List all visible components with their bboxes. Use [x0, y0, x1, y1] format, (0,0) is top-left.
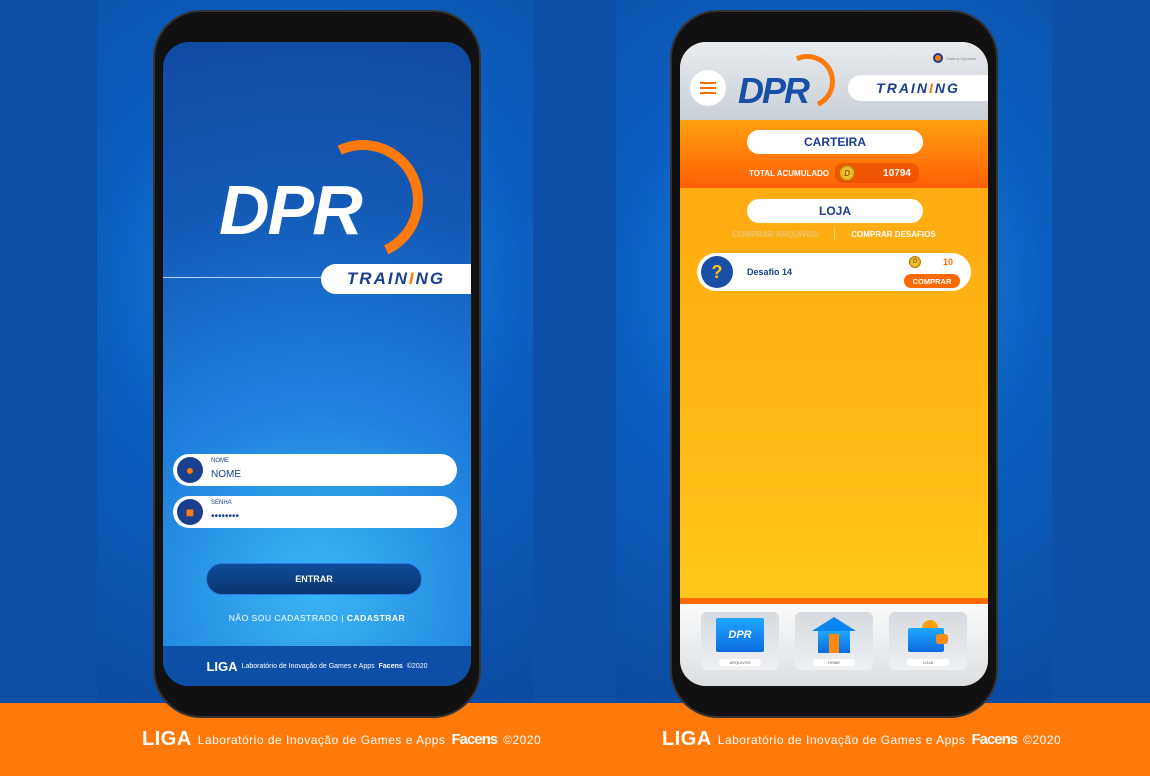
total-row: TOTAL ACUMULADO D 10794	[680, 163, 988, 183]
nav-store[interactable]: LOJA	[889, 612, 967, 670]
facens-logo: Facens	[451, 731, 498, 748]
copyright: ©2020	[503, 732, 542, 747]
copyright: ©2020	[1023, 732, 1062, 747]
shop-title: LOJA	[747, 199, 923, 223]
nav-files[interactable]: DPR ARQUIVOS	[701, 612, 779, 670]
list-item: ? Desafio 14 D 10 COMPRAR	[697, 253, 971, 291]
background-pattern-right	[1052, 0, 1150, 703]
name-input[interactable]: NOME	[211, 469, 241, 480]
name-field[interactable]: ● NOME NOME	[173, 454, 457, 486]
nav-home[interactable]: HOME	[795, 612, 873, 670]
liga-logo: LIGA	[206, 658, 238, 674]
store-screen: DPR TRAINING Mateus Dyonisio CARTEIRA TO…	[680, 42, 988, 686]
password-label: SENHA	[211, 500, 232, 506]
wallet-icon	[908, 620, 948, 652]
facens-logo: Facens	[971, 731, 1018, 748]
lab-text: Laboratório de Inovação de Games e Apps	[717, 732, 966, 747]
total-badge: D 10794	[835, 163, 919, 183]
shop-tabs: COMPRAR ARQUIVOS COMPRAR DESAFIOS	[680, 227, 988, 241]
coin-icon: D	[839, 165, 856, 181]
nav-home-label: HOME	[813, 659, 855, 666]
store-header: DPR TRAINING Mateus Dyonisio	[680, 42, 988, 120]
buy-button[interactable]: COMPRAR	[904, 274, 960, 288]
training-label: TRAINING	[848, 75, 988, 101]
separator: |	[341, 613, 344, 623]
footer-credits-right: LIGA Laboratório de Inovação de Games e …	[662, 728, 1061, 751]
copyright: ©2020	[406, 662, 428, 670]
item-name: Desafio 14	[747, 267, 793, 277]
nav-files-label: ARQUIVOS	[719, 659, 761, 666]
password-field[interactable]: ■ SENHA ••••••••	[173, 496, 457, 528]
tab-divider	[834, 227, 836, 241]
avatar	[933, 53, 944, 63]
phone-store: DPR TRAINING Mateus Dyonisio CARTEIRA TO…	[672, 12, 996, 716]
home-icon	[812, 617, 856, 653]
footer-credits-left: LIGA Laboratório de Inovação de Games e …	[142, 728, 541, 751]
user-badge[interactable]: Mateus Dyonisio	[931, 52, 982, 64]
divider	[163, 277, 323, 278]
lock-icon: ■	[177, 499, 203, 525]
liga-logo: LIGA	[662, 728, 712, 750]
tab-buy-challenges[interactable]: COMPRAR DESAFIOS	[851, 230, 935, 241]
question-icon: ?	[701, 256, 733, 288]
total-value: 10794	[883, 167, 911, 179]
folder-icon: DPR	[716, 618, 764, 652]
name-label: NOME	[211, 458, 229, 464]
coin-icon: D	[909, 256, 921, 268]
background-pattern-middle	[533, 0, 616, 703]
login-screen: DPR TRAINING ● NOME NOME ■ SENHA •••••••…	[163, 42, 471, 686]
register-link[interactable]: CADASTRAR	[347, 613, 405, 623]
user-name: Mateus Dyonisio	[946, 55, 976, 61]
dpr-logo: DPR	[738, 70, 810, 111]
password-input[interactable]: ••••••••	[211, 511, 239, 522]
not-registered-text: NÃO SOU CADASTRADO	[228, 613, 339, 623]
dpr-logo: DPR	[219, 171, 363, 249]
training-text: TRAINING	[346, 269, 446, 288]
training-text: TRAINING	[876, 80, 960, 96]
user-icon: ●	[177, 457, 203, 483]
item-price: 10	[943, 257, 954, 267]
total-label: TOTAL ACUMULADO	[749, 168, 830, 178]
lab-text: Laboratório de Inovação de Games e Apps	[241, 662, 375, 670]
tab-buy-files[interactable]: COMPRAR ARQUIVOS	[732, 230, 818, 241]
wallet-title: CARTEIRA	[747, 130, 923, 154]
phone-login: DPR TRAINING ● NOME NOME ■ SENHA •••••••…	[155, 12, 479, 716]
training-label: TRAINING	[321, 264, 471, 294]
login-footer: LIGA Laboratório de Inovação de Games e …	[163, 646, 471, 686]
nav-store-label: LOJA	[907, 659, 949, 666]
register-row: NÃO SOU CADASTRADO | CADASTRAR	[163, 613, 471, 623]
liga-logo: LIGA	[142, 728, 192, 750]
menu-button[interactable]	[690, 70, 726, 106]
facens-logo: Facens	[378, 662, 403, 670]
lab-text: Laboratório de Inovação de Games e Apps	[197, 732, 446, 747]
bottom-nav: DPR ARQUIVOS HOME LOJA	[680, 604, 988, 686]
login-button[interactable]: ENTRAR	[206, 563, 422, 595]
background-pattern-left	[0, 0, 97, 703]
